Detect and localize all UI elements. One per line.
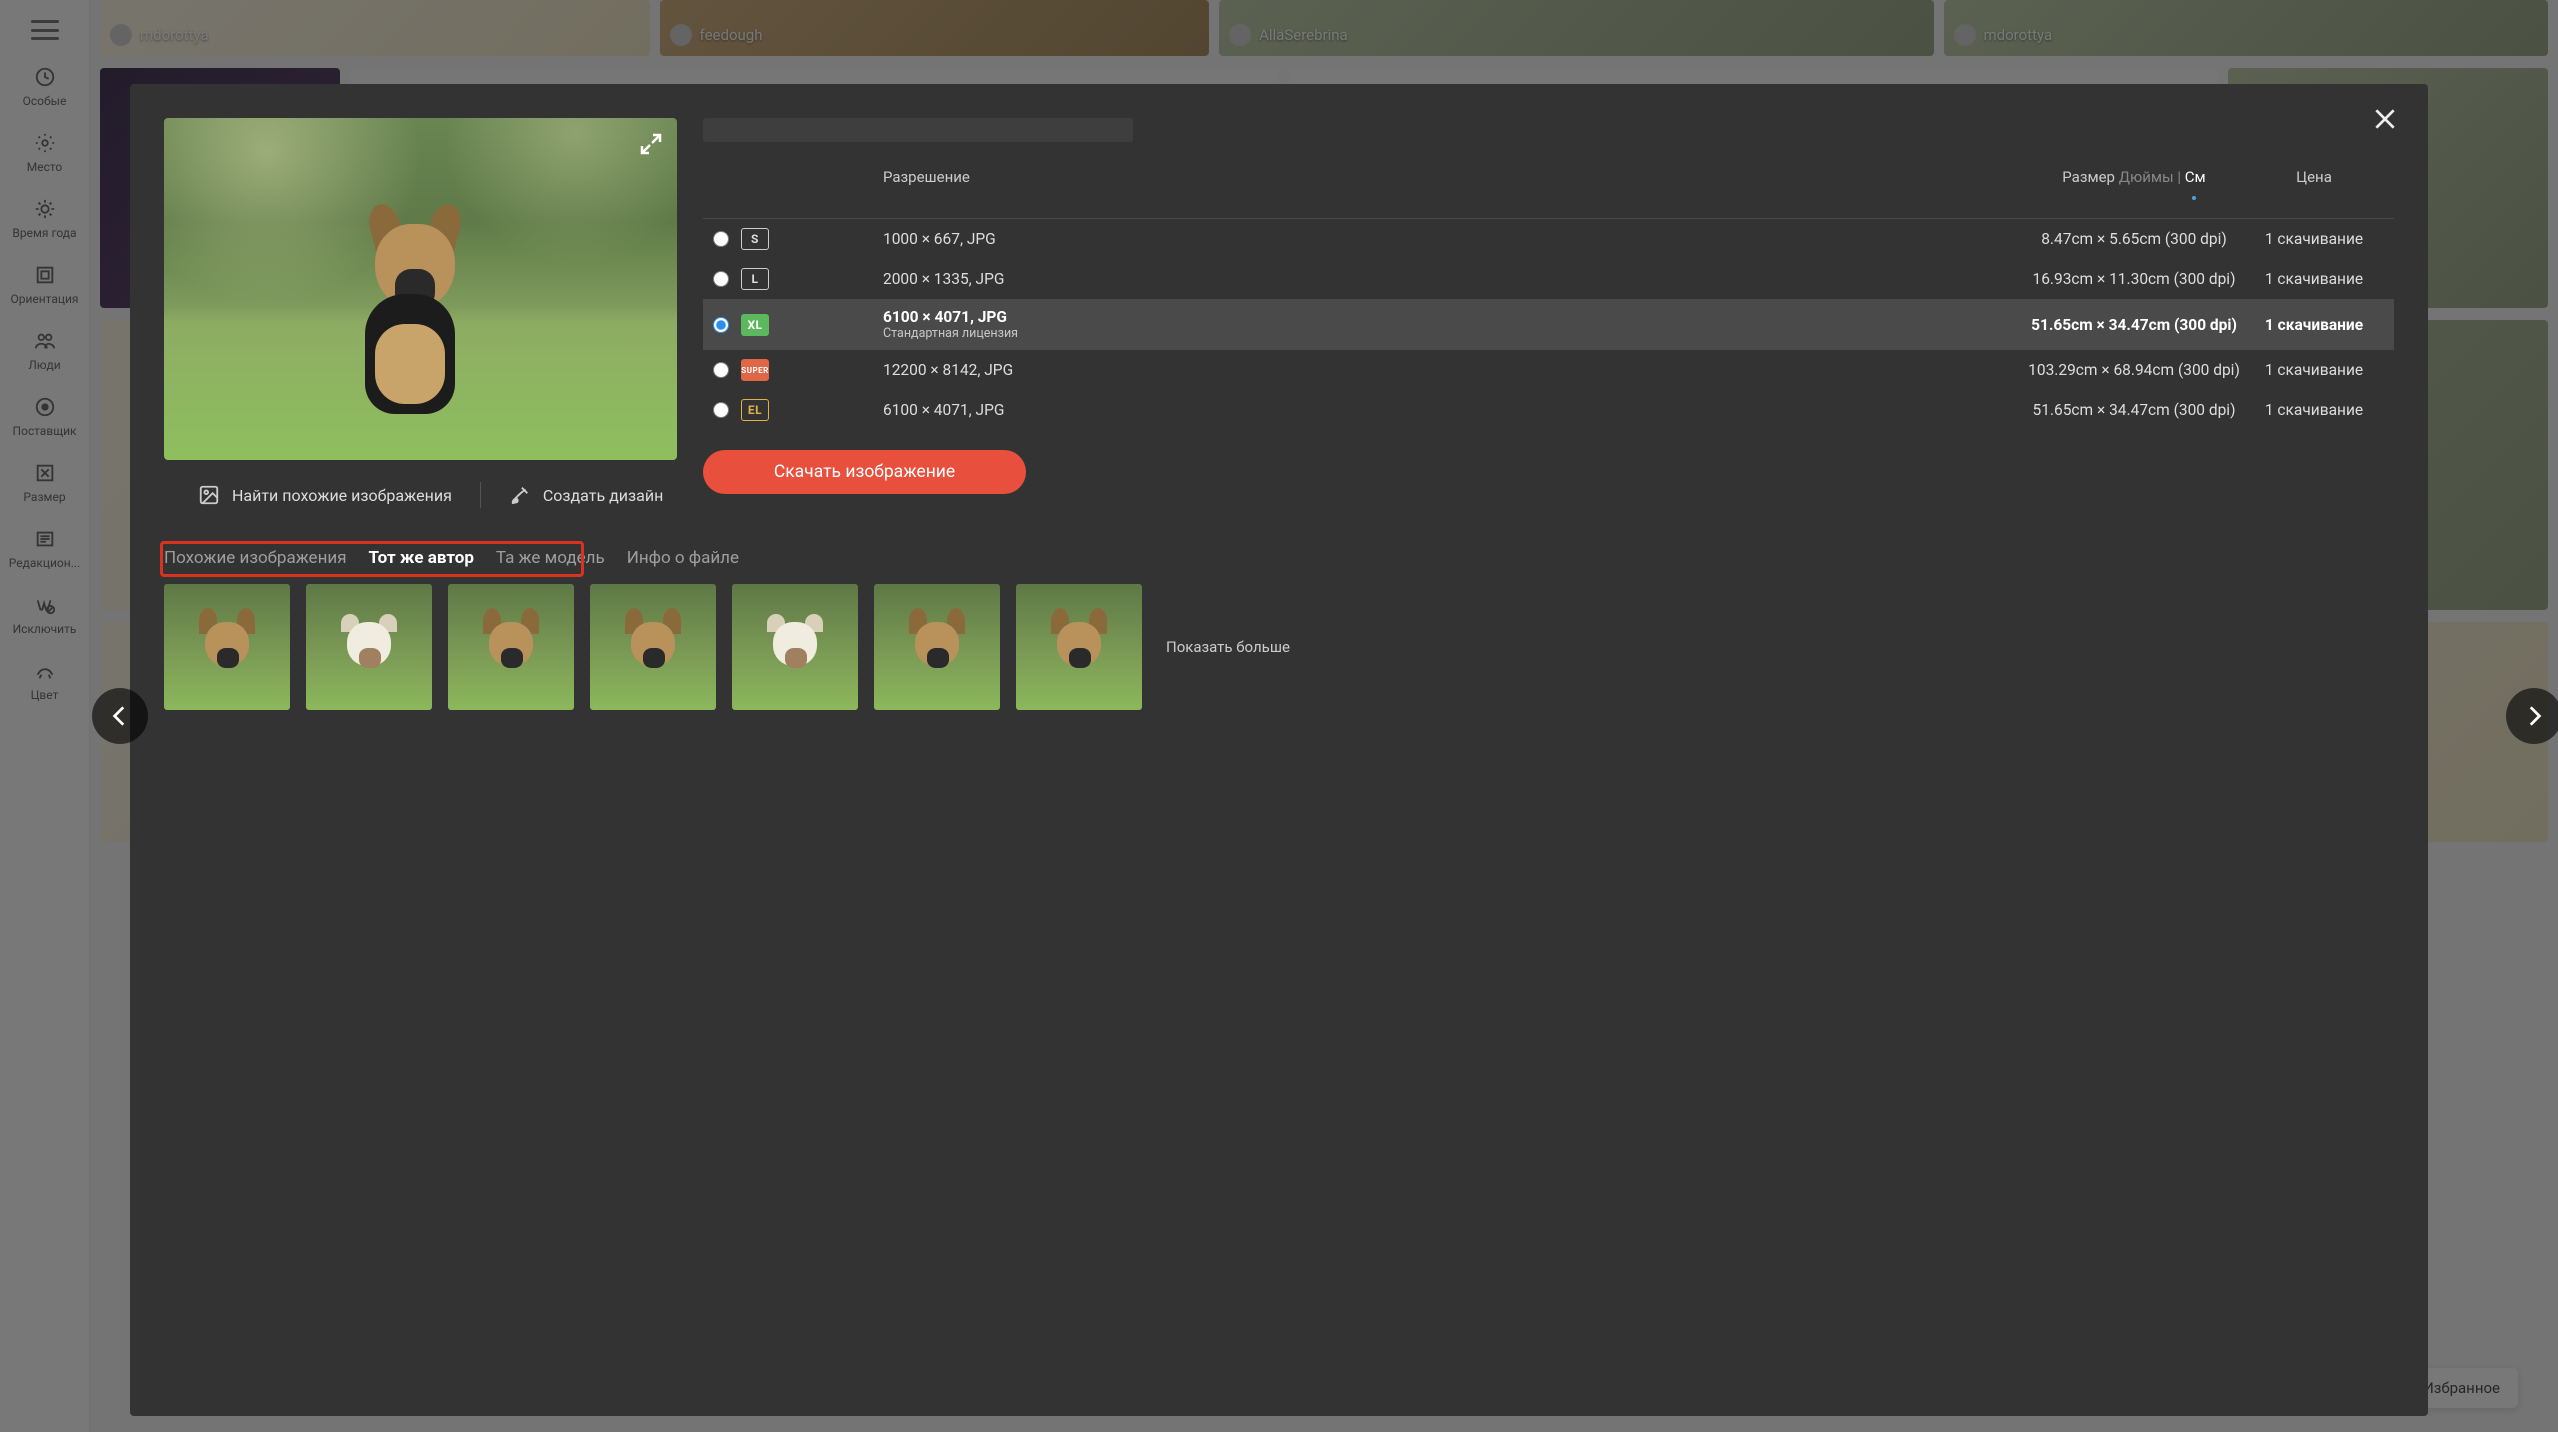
price-cell: 1 скачивание (2244, 230, 2384, 248)
resolution-cell: 2000 × 1335, JPG (883, 270, 2024, 288)
size-radio[interactable] (713, 271, 729, 287)
expand-icon (639, 132, 663, 156)
size-badge: XL (741, 314, 769, 336)
next-image-button[interactable] (2506, 688, 2558, 744)
dimensions-cell: 51.65cm × 34.47cm (300 dpi) (2024, 316, 2244, 334)
resolution-cell: 1000 × 667, JPG (883, 230, 2024, 248)
price-cell: 1 скачивание (2244, 361, 2384, 379)
image-detail-modal: Найти похожие изображения Создать дизайн… (130, 84, 2428, 1416)
annotation-highlight (160, 541, 584, 577)
size-badge: L (741, 268, 769, 290)
price-row-xl[interactable]: XL 6100 × 4071, JPGСтандартная лицензия51… (703, 299, 2394, 350)
download-button[interactable]: Скачать изображение (703, 450, 1026, 494)
show-more-button[interactable]: Показать больше (1166, 638, 1290, 656)
separator (480, 482, 481, 508)
close-button[interactable] (2372, 106, 2398, 136)
price-table-header: Разрешение Размер Дюймы | См Цена (703, 168, 2394, 219)
unit-inches[interactable]: Дюймы (2119, 168, 2174, 186)
resolution-cell: 6100 × 4071, JPGСтандартная лицензия (883, 308, 2024, 341)
price-cell: 1 скачивание (2244, 270, 2384, 288)
dog-illustration (345, 214, 475, 424)
thumbnail[interactable] (448, 584, 574, 710)
size-radio[interactable] (713, 362, 729, 378)
thumbnail[interactable] (1016, 584, 1142, 710)
size-badge: S (741, 228, 769, 250)
size-badge: EL (741, 399, 769, 421)
thumbnail[interactable] (164, 584, 290, 710)
create-design-button[interactable]: Создать дизайн (509, 484, 663, 506)
thumbnail[interactable] (590, 584, 716, 710)
price-row-l[interactable]: L 2000 × 1335, JPG16.93cm × 11.30cm (300 … (703, 259, 2394, 299)
dimensions-cell: 8.47cm × 5.65cm (300 dpi) (2024, 230, 2244, 248)
price-cell: 1 скачивание (2244, 316, 2384, 334)
size-radio[interactable] (713, 231, 729, 247)
price-cell: 1 скачивание (2244, 401, 2384, 419)
col-size: Размер Дюймы | См (2024, 168, 2244, 204)
dimensions-cell: 16.93cm × 11.30cm (300 dpi) (2024, 270, 2244, 288)
tab-file-info[interactable]: Инфо о файле (627, 548, 739, 568)
chevron-right-icon (2521, 703, 2547, 729)
thumbnails-row: Показать больше (164, 584, 2394, 710)
col-price: Цена (2244, 168, 2384, 204)
price-row-super[interactable]: SUPER 12200 × 8142, JPG103.29cm × 68.94cm… (703, 350, 2394, 390)
resolution-cell: 6100 × 4071, JPG (883, 401, 2024, 419)
close-icon (2372, 106, 2398, 132)
thumbnail[interactable] (874, 584, 1000, 710)
unit-cm[interactable]: См (2185, 168, 2206, 186)
price-row-s[interactable]: S 1000 × 667, JPG8.47cm × 5.65cm (300 dpi… (703, 219, 2394, 259)
dimensions-cell: 103.29cm × 68.94cm (300 dpi) (2024, 361, 2244, 379)
thumbnail[interactable] (306, 584, 432, 710)
thumbnail[interactable] (732, 584, 858, 710)
chevron-left-icon (107, 703, 133, 729)
prev-image-button[interactable] (92, 688, 148, 744)
size-radio[interactable] (713, 317, 729, 333)
brush-icon (509, 484, 531, 506)
dimensions-cell: 51.65cm × 34.47cm (300 dpi) (2024, 401, 2244, 419)
col-resolution: Разрешение (883, 168, 2024, 204)
price-row-el[interactable]: EL 6100 × 4071, JPG51.65cm × 34.47cm (300… (703, 390, 2394, 430)
related-tabs: Похожие изображения Тот же автор Та же м… (164, 548, 2394, 568)
image-search-icon (198, 484, 220, 506)
find-similar-button[interactable]: Найти похожие изображения (198, 484, 452, 506)
resolution-cell: 12200 × 8142, JPG (883, 361, 2024, 379)
image-preview[interactable] (164, 118, 677, 460)
size-badge: SUPER (741, 359, 769, 381)
size-radio[interactable] (713, 402, 729, 418)
expand-button[interactable] (639, 132, 663, 160)
title-placeholder (703, 118, 1133, 142)
